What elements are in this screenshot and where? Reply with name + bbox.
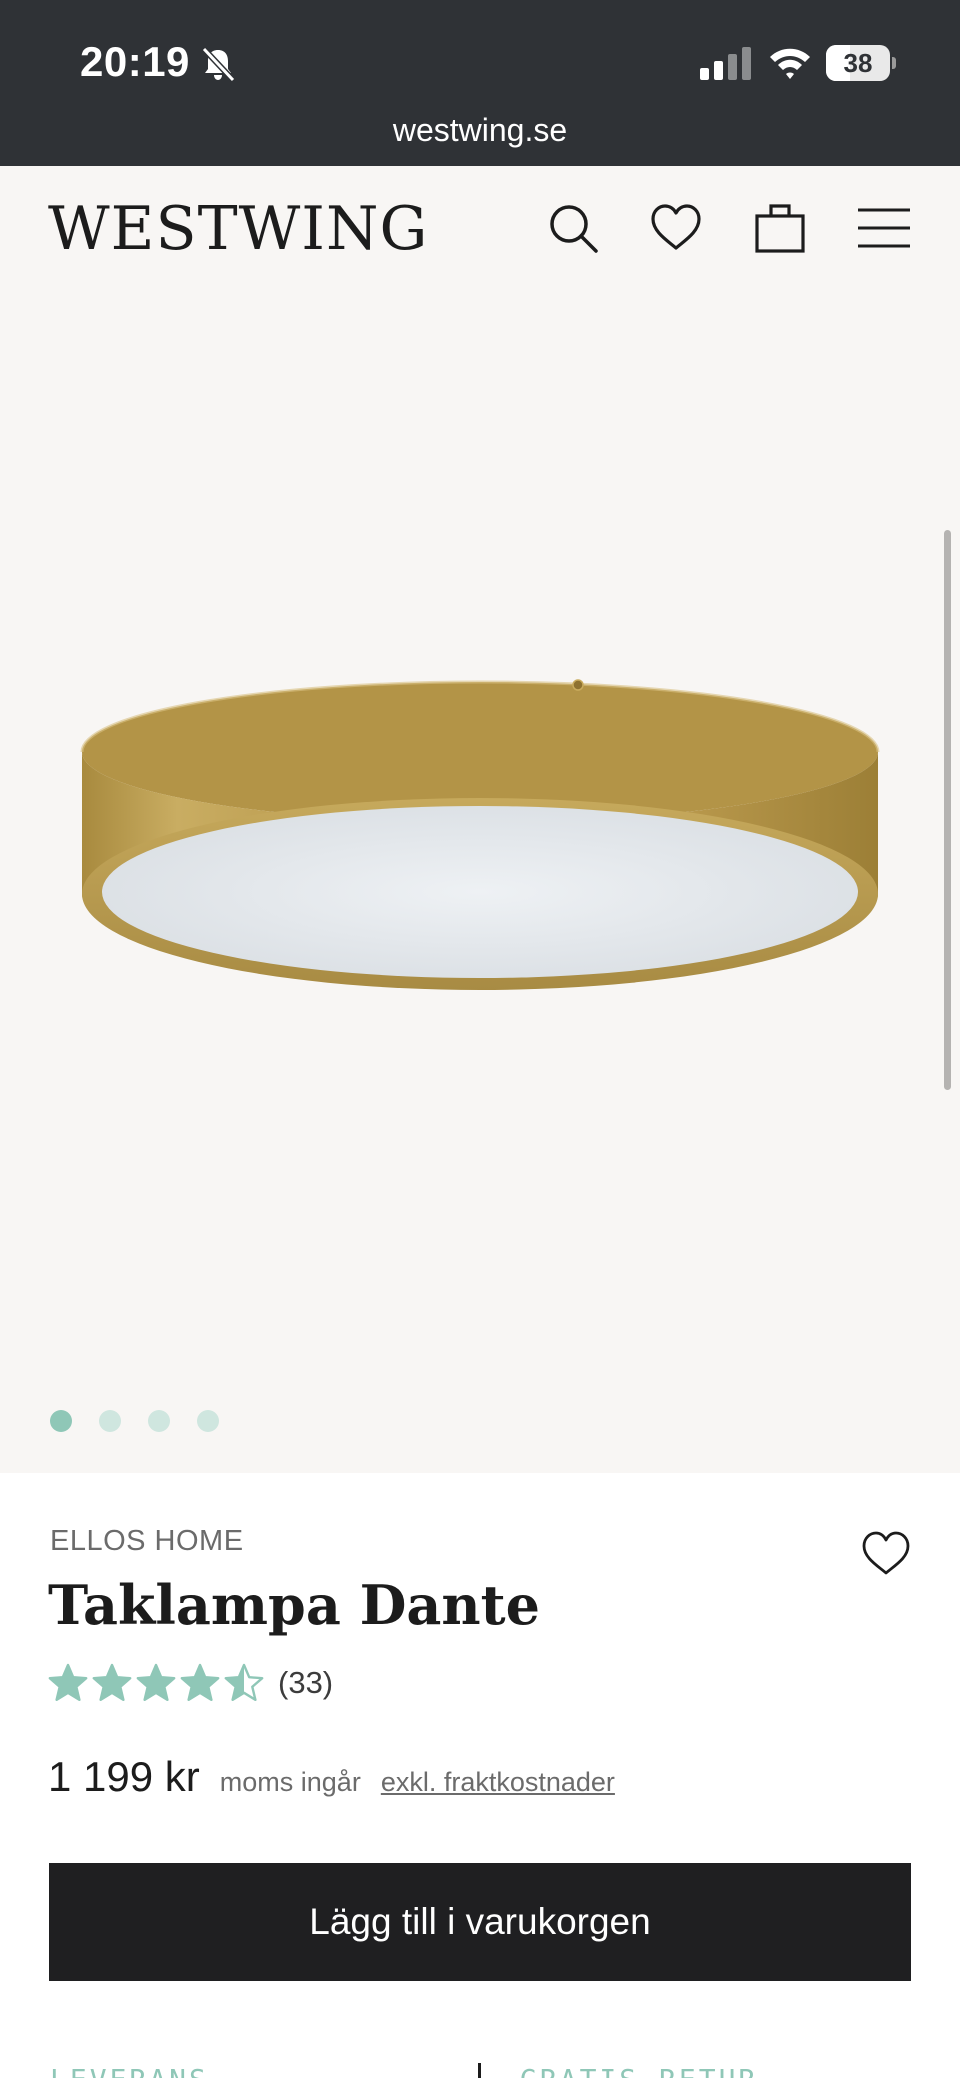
star-icon	[180, 1663, 220, 1701]
product-image-gallery[interactable]	[0, 290, 960, 1473]
status-time: 20:19	[80, 38, 190, 85]
cell-signal-icon	[700, 47, 751, 80]
site-header: WESTWING	[0, 166, 960, 290]
shopping-bag-icon[interactable]	[752, 200, 808, 256]
search-icon[interactable]	[545, 200, 601, 256]
address-bar-url[interactable]: westwing.se	[0, 112, 960, 149]
battery-level: 38	[826, 45, 890, 81]
gallery-dot[interactable]	[50, 1410, 72, 1432]
vat-note: moms ingår	[219, 1767, 361, 1797]
rating-stars	[48, 1663, 264, 1703]
star-icon	[92, 1663, 132, 1701]
star-icon	[136, 1663, 176, 1701]
product-title: Taklampa Dante	[48, 1573, 540, 1637]
product-image-ceiling-lamp[interactable]	[78, 662, 882, 1002]
shipping-link[interactable]: exkl. fraktkostnader	[381, 1767, 615, 1798]
star-icon	[48, 1663, 88, 1701]
gallery-dot[interactable]	[197, 1410, 219, 1432]
gallery-dot[interactable]	[99, 1410, 121, 1432]
bell-muted-icon	[201, 46, 236, 83]
review-count[interactable]: (33)	[278, 1665, 333, 1701]
menu-icon[interactable]	[856, 200, 912, 256]
product-rating[interactable]: (33)	[48, 1661, 333, 1705]
product-info: ELLOS HOME Taklampa Dante (33) 1 199 kr …	[0, 1473, 960, 2078]
page-scrollbar[interactable]	[944, 530, 951, 1090]
info-tabs: LEVERANS GRATIS RETUR	[0, 2063, 960, 2078]
gallery-dot[interactable]	[148, 1410, 170, 1432]
wishlist-heart-icon[interactable]	[860, 1529, 912, 1577]
tab-free-returns[interactable]: GRATIS RETUR	[520, 2063, 758, 2078]
heart-icon[interactable]	[648, 200, 704, 256]
product-brand[interactable]: ELLOS HOME	[50, 1525, 244, 1558]
westwing-logo[interactable]: WESTWING	[48, 194, 428, 264]
battery-cap	[892, 57, 896, 69]
product-price: 1 199 kr	[48, 1753, 200, 1800]
star-icon	[224, 1663, 264, 1701]
wifi-icon	[770, 48, 810, 79]
tab-delivery[interactable]: LEVERANS	[50, 2063, 209, 2078]
battery-icon: 38	[826, 45, 896, 81]
tab-divider	[478, 2063, 481, 2078]
gallery-pagination	[50, 1410, 219, 1432]
browser-chrome: 20:19 38 westwing.se	[0, 0, 960, 166]
price-row: 1 199 kr moms ingår exkl. fraktkostnader	[48, 1753, 615, 1813]
add-to-cart-button[interactable]: Lägg till i varukorgen	[49, 1863, 911, 1981]
battery-percent: 38	[843, 48, 873, 78]
